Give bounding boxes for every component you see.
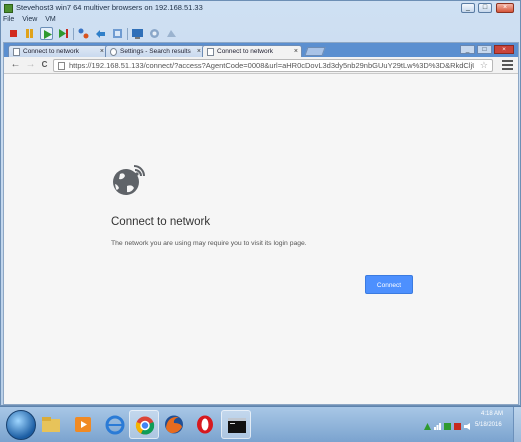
manage-snapshots-icon[interactable] <box>111 27 124 40</box>
tab-connect-to-network-1[interactable]: Connect to network × <box>8 45 108 57</box>
omnibar: ← → C https://192.168.51.133/connect/?ac… <box>4 57 518 74</box>
pause-icon[interactable] <box>23 27 36 40</box>
close-tab-icon[interactable]: × <box>294 46 298 57</box>
play-icon[interactable] <box>40 27 53 40</box>
revert-icon[interactable] <box>94 27 107 40</box>
tab-label: Settings - Search results <box>120 48 191 55</box>
tab-label: Connect to network <box>217 48 274 55</box>
close-tab-icon[interactable]: × <box>197 46 201 57</box>
vm-titlebar: Stevehost3 win7 64 multiver browsers on … <box>1 1 520 16</box>
vm-maximize-button[interactable]: □ <box>478 3 492 13</box>
explorer-taskbar-icon[interactable] <box>36 410 66 439</box>
url-text: https://192.168.51.133/connect/?access?A… <box>69 61 474 70</box>
unity-icon[interactable] <box>165 27 178 40</box>
back-button[interactable]: ← <box>10 60 21 71</box>
toolbar-separator <box>73 28 74 40</box>
reset-icon[interactable] <box>57 27 70 40</box>
stop-icon[interactable] <box>7 27 20 40</box>
security-icon[interactable] <box>454 423 461 430</box>
page-title: Connect to network <box>111 216 211 228</box>
vm-menu-view[interactable]: View <box>22 16 37 23</box>
tab-connect-to-network-active[interactable]: Connect to network × <box>202 45 302 57</box>
media-player-taskbar-icon[interactable] <box>68 410 98 439</box>
taskbar: 4:18 AM 5/18/2016 <box>0 406 521 442</box>
chrome-taskbar-icon[interactable] <box>129 410 159 439</box>
vm-toolbar <box>3 26 518 42</box>
start-button[interactable] <box>6 410 36 440</box>
toolbar-separator <box>127 28 128 40</box>
opera-taskbar-icon[interactable] <box>190 410 220 439</box>
vm-title: Stevehost3 win7 64 multiver browsers on … <box>16 3 203 12</box>
tab-strip: Connect to network × Settings - Search r… <box>4 43 518 57</box>
action-center-icon[interactable] <box>424 423 431 430</box>
connect-button[interactable]: Connect <box>365 275 413 294</box>
show-desktop-button[interactable] <box>513 407 521 442</box>
tray-app-icon[interactable] <box>444 423 451 430</box>
page-info-icon[interactable] <box>58 62 65 70</box>
vm-close-button[interactable]: × <box>496 3 514 13</box>
vm-window: Stevehost3 win7 64 multiver browsers on … <box>0 0 521 406</box>
gear-icon <box>110 48 117 56</box>
vm-minimize-button[interactable]: _ <box>461 3 475 13</box>
tab-label: Connect to network <box>23 48 80 55</box>
fullscreen-icon[interactable] <box>148 27 161 40</box>
page-icon <box>207 48 214 56</box>
internet-explorer-taskbar-icon[interactable] <box>100 410 130 439</box>
new-tab-button[interactable] <box>304 47 326 56</box>
firefox-taskbar-icon[interactable] <box>159 410 189 439</box>
page-description: The network you are using may require yo… <box>111 240 307 247</box>
vm-menubar: File View VM <box>3 16 62 26</box>
network-icon[interactable] <box>434 423 441 430</box>
address-bar[interactable]: https://192.168.51.133/connect/?access?A… <box>53 59 493 72</box>
page-icon <box>13 48 20 56</box>
close-tab-icon[interactable]: × <box>100 46 104 57</box>
browser-close-button[interactable]: × <box>494 45 514 54</box>
console-taskbar-icon[interactable] <box>221 410 251 439</box>
clock-date[interactable]: 5/18/2016 <box>475 422 502 428</box>
bookmark-star-icon[interactable]: ☆ <box>480 60 488 71</box>
browser-minimize-button[interactable]: _ <box>460 45 475 54</box>
reload-button[interactable]: C <box>39 60 50 71</box>
browser-window: Connect to network × Settings - Search r… <box>3 42 519 405</box>
vm-app-icon <box>4 4 13 13</box>
vm-menu-file[interactable]: File <box>3 16 14 23</box>
tab-settings[interactable]: Settings - Search results × <box>105 45 205 57</box>
snapshot-icon[interactable] <box>77 27 90 40</box>
vm-menu-vm[interactable]: VM <box>45 16 56 23</box>
browser-maximize-button[interactable]: □ <box>477 45 492 54</box>
chrome-menu-icon[interactable] <box>502 60 513 71</box>
volume-icon[interactable] <box>464 423 471 430</box>
clock-time[interactable]: 4:18 AM <box>481 411 503 417</box>
console-icon[interactable] <box>131 27 144 40</box>
page-content: Connect to network The network you are u… <box>4 75 518 404</box>
globe-wifi-icon <box>113 165 145 195</box>
forward-button[interactable]: → <box>25 60 36 71</box>
